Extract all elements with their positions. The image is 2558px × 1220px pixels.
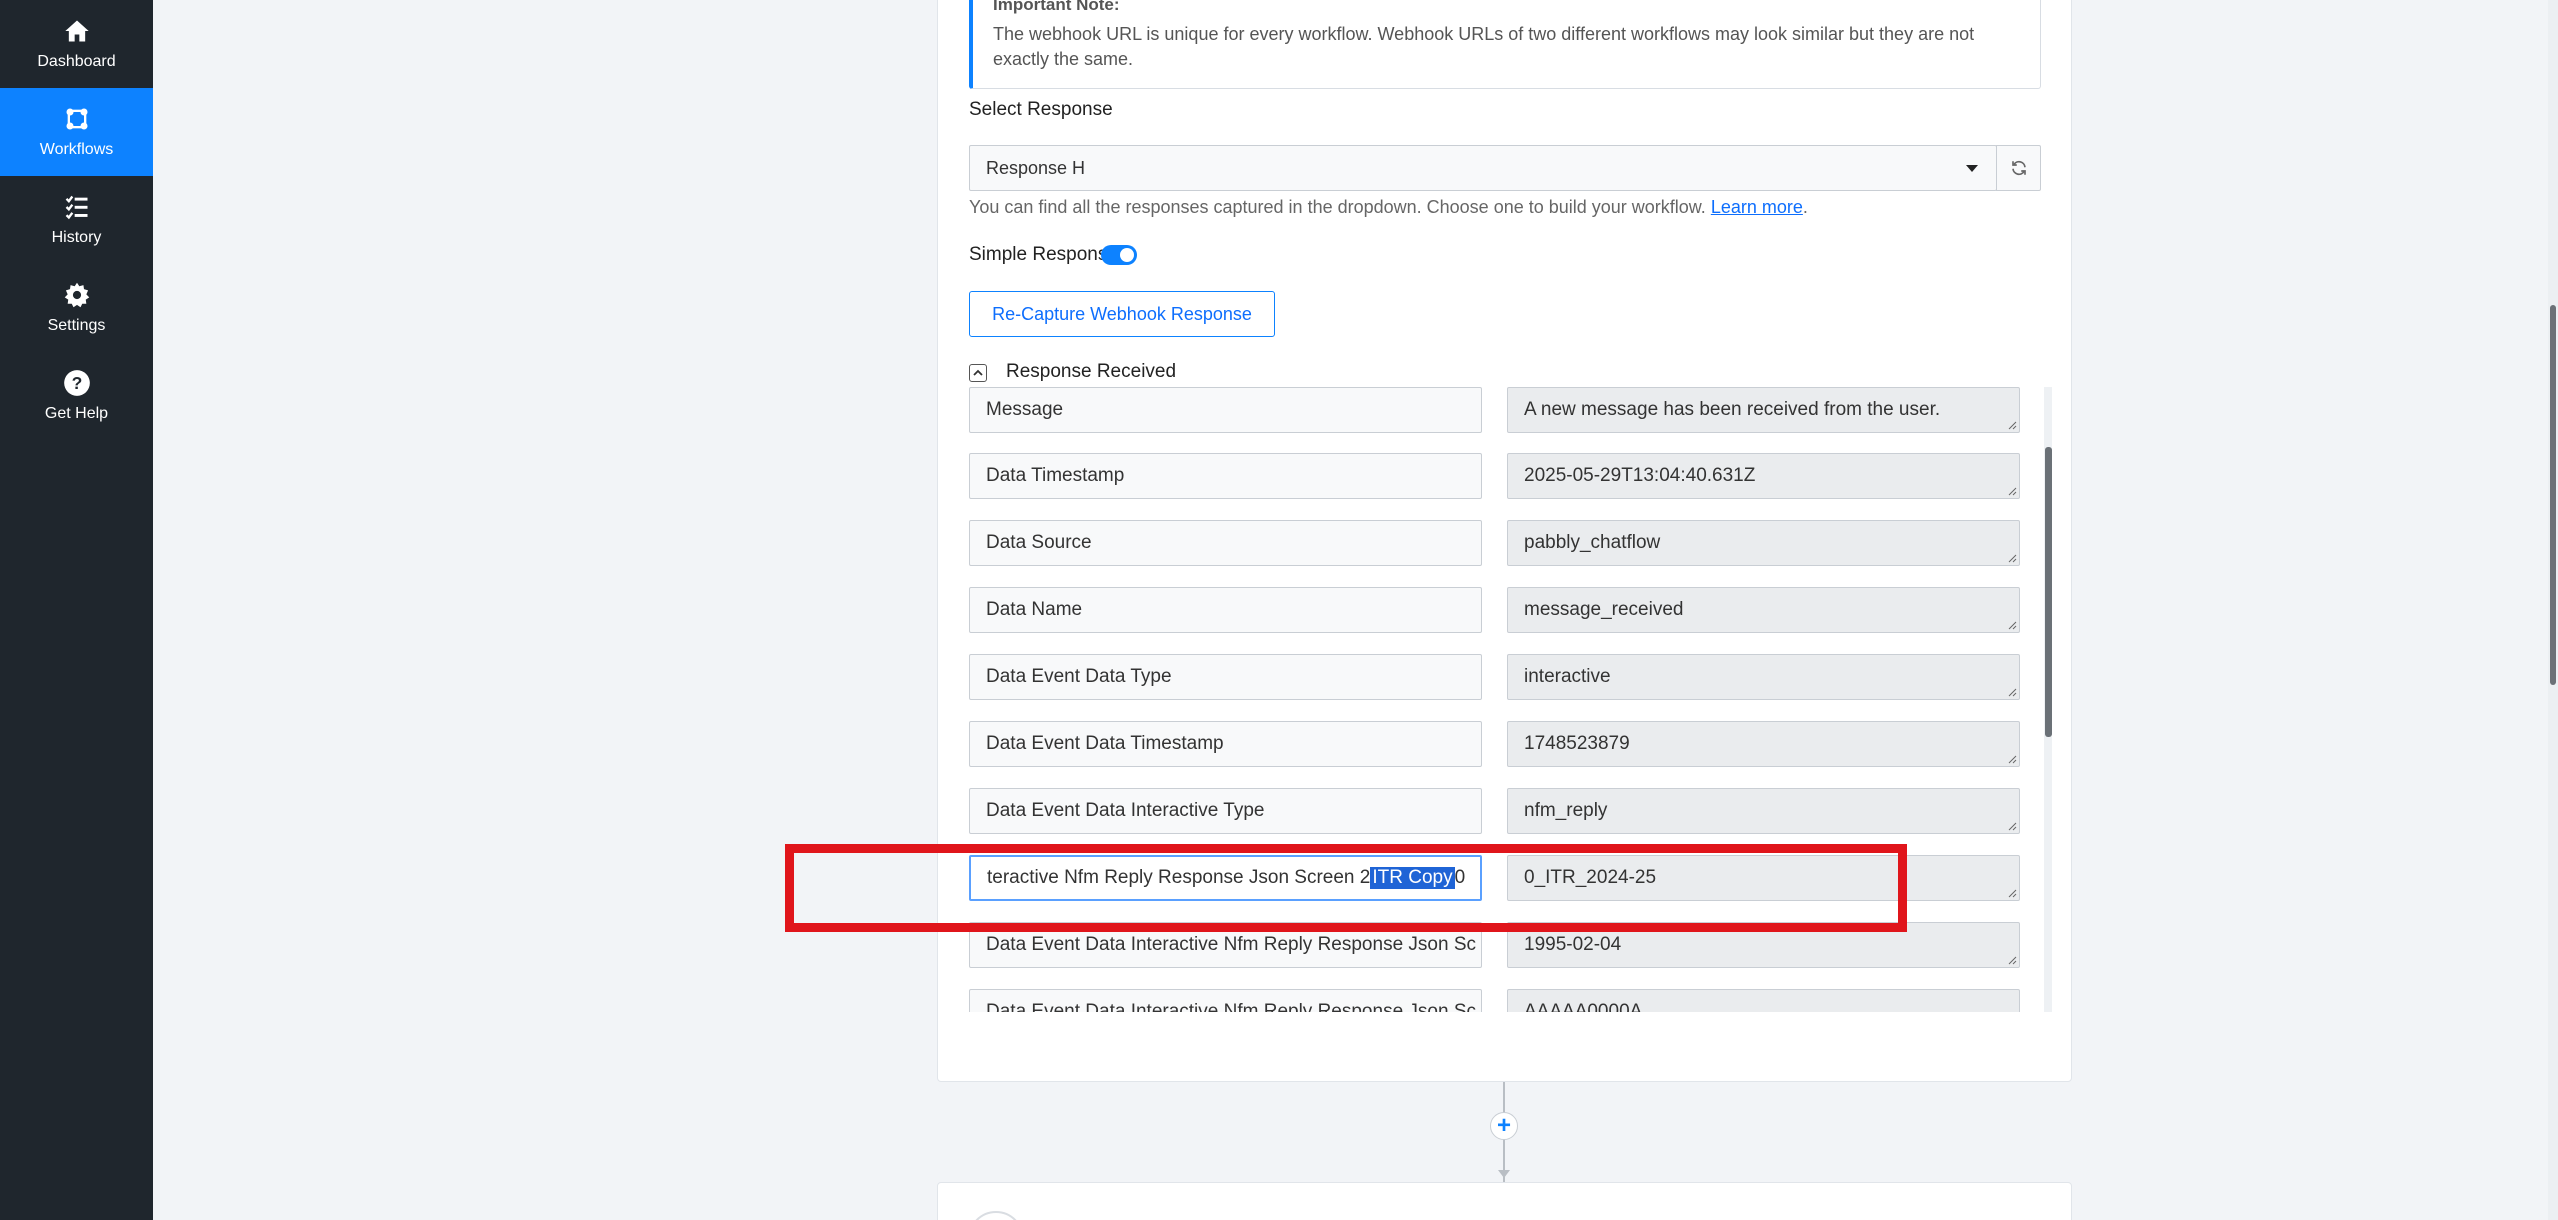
response-value-field[interactable]: 2025-05-29T13:04:40.631Z [1507,453,2020,499]
value-text: 1995-02-04 [1524,934,1622,955]
sidebar: Dashboard Workflows History Settings ? G… [0,0,153,1220]
simple-response-toggle[interactable] [1101,245,1137,265]
learn-more-link[interactable]: Learn more [1711,197,1803,217]
response-select[interactable]: Response H [969,145,1997,191]
note-text: The webhook URL is unique for every work… [993,24,1975,69]
sidebar-item-label: History [51,229,102,246]
value-text: message_received [1524,599,1684,620]
sidebar-item-label: Settings [47,317,106,334]
response-row: Data Event Data Type interactive [969,654,2020,700]
response-key-field[interactable]: Message [969,387,1482,433]
sidebar-item-label: Workflows [39,141,114,158]
select-response-label: Select Response [969,99,1113,120]
response-value-field[interactable]: AAAAA0000A [1507,989,2020,1012]
plus-icon: + [1496,1112,1511,1139]
note-title: Important Note: [993,0,1120,14]
resize-grip-icon [2008,755,2017,764]
home-icon [64,20,89,42]
resize-grip-icon [2008,554,2017,563]
workflow-icon [66,108,87,130]
sidebar-item-get-help[interactable]: ? Get Help [0,352,153,440]
response-scrollbar[interactable] [2044,387,2052,1012]
recapture-webhook-button[interactable]: Re-Capture Webhook Response [969,291,1275,337]
response-helper-text: You can find all the responses captured … [969,197,1808,218]
resize-grip-icon [2008,688,2017,697]
step-circle [968,1211,1024,1220]
response-row: Data Timestamp 2025-05-29T13:04:40.631Z [969,453,2020,499]
response-row: Data Name message_received [969,587,2020,633]
sidebar-item-settings[interactable]: Settings [0,264,153,352]
svg-text:?: ? [71,373,82,393]
response-value-field[interactable]: nfm_reply [1507,788,2020,834]
response-scrollbar-thumb[interactable] [2045,447,2052,737]
toggle-knob [1120,248,1134,262]
sidebar-item-label: Get Help [44,405,109,422]
chevron-up-icon [973,369,983,376]
response-key-field[interactable]: Data Timestamp [969,453,1482,499]
sidebar-item-workflows[interactable]: Workflows [0,88,153,176]
response-row: Data Event Data Interactive Type nfm_rep… [969,788,2020,834]
response-key-field[interactable]: Data Event Data Interactive Type [969,788,1482,834]
response-key-field[interactable]: Data Event Data Type [969,654,1482,700]
response-row: Data Source pabbly_chatflow [969,520,2020,566]
response-value-field[interactable]: interactive [1507,654,2020,700]
resize-grip-icon [2008,956,2017,965]
refresh-button[interactable] [1996,145,2041,191]
response-row: Data Event Data Timestamp 1748523879 [969,721,2020,767]
highlight-box [785,844,1907,932]
value-text: 1748523879 [1524,733,1630,754]
caret-down-icon [1966,165,1978,172]
important-note: Important Note: The webhook URL is uniqu… [969,0,2041,89]
gear-icon [64,282,89,308]
response-select-value: Response H [986,157,1086,178]
simple-response-label: Simple Response [969,244,1118,265]
sidebar-item-history[interactable]: History [0,176,153,264]
page-scrollbar-thumb[interactable] [2550,305,2556,685]
value-text: AAAAA0000A [1524,1001,1643,1012]
history-icon [65,195,87,220]
main-content: Important Note: The webhook URL is uniqu… [153,0,2558,1220]
arrow-down-icon [1498,1170,1510,1178]
value-text: A new message has been received from the… [1524,399,1941,420]
response-key-field[interactable]: Data Source [969,520,1482,566]
response-value-field[interactable]: A new message has been received from the… [1507,387,2020,433]
page-scrollbar[interactable] [2548,0,2558,1220]
response-row: Data Event Data Interactive Nfm Reply Re… [969,989,2020,1012]
resize-grip-icon [2008,621,2017,630]
response-received-label: Response Received [1006,361,1177,382]
value-text: nfm_reply [1524,800,1608,821]
add-step-button[interactable]: + [1490,1112,1518,1140]
question-icon: ? [63,370,90,396]
response-value-field[interactable]: pabbly_chatflow [1507,520,2020,566]
helper-text: You can find all the responses captured … [969,197,1706,217]
response-value-field[interactable]: 1748523879 [1507,721,2020,767]
resize-grip-icon [2008,822,2017,831]
value-text: interactive [1524,666,1611,687]
resize-grip-icon [2008,487,2017,496]
response-key-field[interactable]: Data Name [969,587,1482,633]
next-step-card[interactable] [937,1182,2072,1220]
response-key-field[interactable]: Data Event Data Interactive Nfm Reply Re… [969,989,1482,1012]
value-text: 2025-05-29T13:04:40.631Z [1524,465,1756,486]
helper-suffix: . [1802,197,1808,217]
resize-grip-icon [2008,421,2017,430]
refresh-icon [2011,160,2026,176]
collapse-response-button[interactable] [969,364,987,382]
sidebar-item-label: Dashboard [37,53,116,70]
sidebar-item-dashboard[interactable]: Dashboard [0,0,153,88]
response-row: Message A new message has been received … [969,387,2020,433]
response-key-field[interactable]: Data Event Data Timestamp [969,721,1482,767]
value-text: pabbly_chatflow [1524,532,1661,553]
resize-grip-icon [2008,889,2017,898]
response-value-field[interactable]: message_received [1507,587,2020,633]
